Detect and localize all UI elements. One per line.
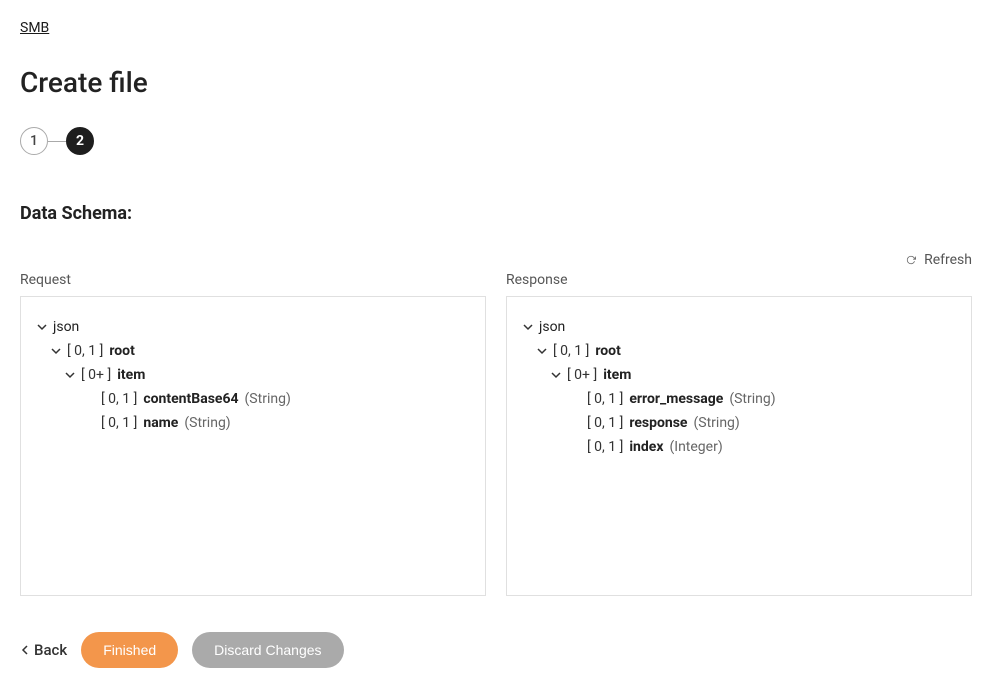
tree-row-field[interactable]: [ 0, 1 ] name (String)	[37, 411, 469, 435]
field-name: error_message	[629, 391, 723, 407]
tree-row-root[interactable]: [ 0, 1 ] root	[37, 339, 469, 363]
chevron-down-icon	[65, 370, 75, 380]
cardinality-label: [ 0, 1 ]	[587, 439, 623, 455]
field-type: (Integer)	[669, 439, 722, 455]
request-panel: Request json [ 0, 1 ] root [ 0+ ] item […	[20, 272, 486, 596]
discard-changes-button[interactable]: Discard Changes	[192, 632, 343, 668]
field-type: (String)	[729, 391, 775, 407]
field-type: (String)	[184, 415, 230, 431]
wizard-step-2[interactable]: 2	[66, 127, 94, 155]
field-name: item	[603, 367, 631, 383]
response-panel-title: Response	[506, 272, 972, 288]
refresh-label: Refresh	[924, 252, 972, 268]
chevron-down-icon	[51, 346, 61, 356]
tree-label: json	[539, 319, 565, 335]
tree-row-root[interactable]: [ 0, 1 ] root	[523, 339, 955, 363]
tree-row-item[interactable]: [ 0+ ] item	[523, 363, 955, 387]
chevron-down-icon	[37, 322, 47, 332]
field-name: contentBase64	[143, 391, 238, 407]
tree-row-field[interactable]: [ 0, 1 ] error_message (String)	[523, 387, 955, 411]
wizard-connector	[48, 141, 66, 142]
cardinality-label: [ 0, 1 ]	[587, 391, 623, 407]
request-panel-body: json [ 0, 1 ] root [ 0+ ] item [ 0, 1 ] …	[20, 296, 486, 596]
tree-row-json[interactable]: json	[37, 315, 469, 339]
refresh-icon	[906, 255, 916, 265]
cardinality-label: [ 0, 1 ]	[101, 391, 137, 407]
page-title: Create file	[20, 66, 972, 99]
wizard-steps: 1 2	[20, 127, 972, 155]
field-name: name	[143, 415, 178, 431]
response-panel: Response json [ 0, 1 ] root [ 0+ ] item …	[506, 272, 972, 596]
chevron-down-icon	[523, 322, 533, 332]
chevron-down-icon	[537, 346, 547, 356]
breadcrumb-smb[interactable]: SMB	[20, 20, 49, 36]
cardinality-label: [ 0, 1 ]	[67, 343, 103, 359]
back-button[interactable]: Back	[20, 641, 67, 659]
tree-row-field[interactable]: [ 0, 1 ] index (Integer)	[523, 435, 955, 459]
field-type: (String)	[693, 415, 739, 431]
cardinality-label: [ 0+ ]	[567, 367, 597, 383]
tree-row-json[interactable]: json	[523, 315, 955, 339]
field-name: item	[117, 367, 145, 383]
cardinality-label: [ 0+ ]	[81, 367, 111, 383]
cardinality-label: [ 0, 1 ]	[553, 343, 589, 359]
refresh-button[interactable]: Refresh	[20, 252, 972, 268]
tree-row-field[interactable]: [ 0, 1 ] contentBase64 (String)	[37, 387, 469, 411]
finished-button[interactable]: Finished	[81, 632, 178, 668]
back-label: Back	[34, 641, 67, 659]
field-name: root	[109, 343, 134, 359]
cardinality-label: [ 0, 1 ]	[101, 415, 137, 431]
tree-label: json	[53, 319, 79, 335]
response-panel-body: json [ 0, 1 ] root [ 0+ ] item [ 0, 1 ] …	[506, 296, 972, 596]
chevron-down-icon	[551, 370, 561, 380]
tree-row-item[interactable]: [ 0+ ] item	[37, 363, 469, 387]
request-panel-title: Request	[20, 272, 486, 288]
field-name: root	[595, 343, 620, 359]
field-type: (String)	[245, 391, 291, 407]
chevron-left-icon	[20, 641, 30, 659]
tree-row-field[interactable]: [ 0, 1 ] response (String)	[523, 411, 955, 435]
cardinality-label: [ 0, 1 ]	[587, 415, 623, 431]
wizard-step-1[interactable]: 1	[20, 127, 48, 155]
field-name: index	[629, 439, 663, 455]
field-name: response	[629, 415, 687, 431]
section-title-data-schema: Data Schema:	[20, 203, 972, 224]
